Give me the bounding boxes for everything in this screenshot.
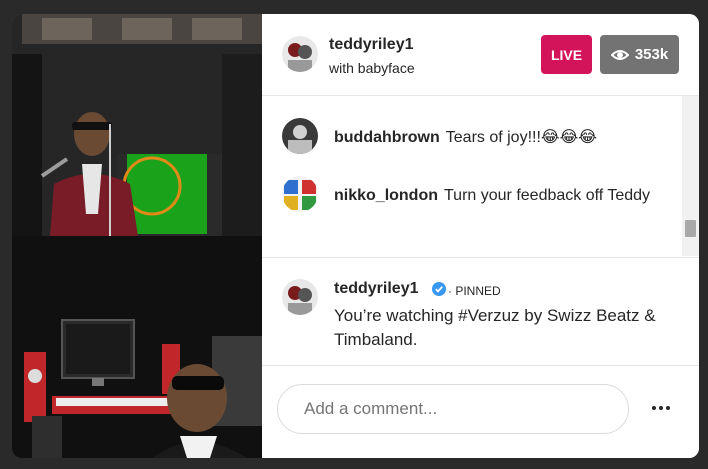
comments-list[interactable]: buddahbrown Tears of joy!!!😂😂😂 nikko_lond… [262,96,699,256]
pinned-avatar[interactable] [282,279,318,315]
host-avatar[interactable] [282,36,318,72]
more-options-button[interactable] [646,398,676,418]
guest-video-feed[interactable] [12,236,262,458]
host-video-feed[interactable] [12,14,262,236]
comment-username[interactable]: buddahbrown [334,129,440,146]
host-subtitle: with babyface [329,60,415,76]
comment-text: Turn your feedback off Teddy [444,187,651,204]
live-chat-panel: teddyriley1 with babyface LIVE 353k budd… [262,14,699,458]
host-video-image [12,14,262,236]
host-username[interactable]: teddyriley1 [329,36,413,54]
pinned-username[interactable]: teddyriley1 [334,280,418,298]
commenter-avatar[interactable] [282,118,318,154]
verified-badge-icon [432,282,446,296]
commenter-avatar[interactable] [282,176,318,212]
eye-icon [610,49,629,60]
video-area [12,14,262,458]
scroll-thumb[interactable] [685,220,696,237]
comments-scrollbar[interactable] [682,96,699,256]
more-options-icon [652,406,656,410]
pinned-comment: teddyriley1 · PINNED You’re watching #Ve… [262,257,699,366]
pinned-text: You’re watching #Verzuz by Swizz Beatz &… [334,306,656,349]
comment-input[interactable] [277,384,629,434]
live-badge: LIVE [541,35,592,74]
live-header: teddyriley1 with babyface LIVE 353k [262,14,699,96]
guest-video-image [12,236,262,458]
pinned-label: · PINNED [448,284,501,298]
viewer-count-badge[interactable]: 353k [600,35,679,74]
comment-text: Tears of joy!!!😂😂😂 [445,129,597,146]
comment-username[interactable]: nikko_london [334,187,438,204]
live-stream-window: teddyriley1 with babyface LIVE 353k budd… [12,14,699,458]
viewer-count: 353k [634,46,669,63]
